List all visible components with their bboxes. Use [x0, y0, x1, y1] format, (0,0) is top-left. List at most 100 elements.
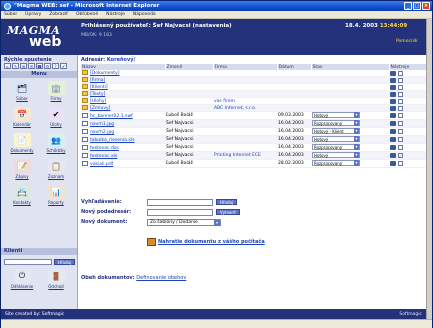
row-checkbox[interactable] [398, 161, 403, 166]
menu-file[interactable]: Súbor [4, 12, 17, 17]
directory-root-link[interactable]: Koreňový/ [107, 57, 135, 63]
maximize-button[interactable]: □ [413, 2, 421, 10]
menu-item[interactable]: 🗂 Súbor [5, 81, 39, 101]
table-row[interactable]: vokiali.pdf Ľuboš Baláž 28.02.2003 Rozpraco… [81, 159, 426, 168]
row-checkbox[interactable] [398, 84, 403, 90]
table-row[interactable]: [Klienti] [81, 83, 426, 91]
menu-item[interactable]: 👥 Schôdzky [39, 133, 73, 153]
row-checkbox[interactable] [398, 77, 403, 83]
row-checkbox[interactable] [398, 113, 403, 118]
item-name-link[interactable]: [firma] [90, 78, 105, 83]
search-button[interactable]: Hľadaj [216, 199, 238, 205]
table-row[interactable]: [firma] [81, 76, 426, 84]
menu-view[interactable]: Zobraziť [49, 12, 68, 17]
item-name-link[interactable]: [Dokumenty] [90, 71, 119, 76]
newdoc-select[interactable]: Zo šablóny / Dodanie [147, 218, 221, 226]
client-action[interactable]: 🚪 Odchod [39, 269, 73, 289]
state-select[interactable]: Hotový [312, 136, 360, 142]
upload-link[interactable]: Nahratie dokumentu z vášho počítača [158, 239, 265, 245]
menu-item[interactable]: 🏢 Firmy [39, 81, 73, 101]
table-row[interactable]: [Texty] [81, 90, 426, 98]
item-name-link[interactable]: [Texty] [90, 92, 105, 97]
row-checkbox[interactable] [398, 145, 403, 150]
menu-item[interactable]: 📅 Kalendár [5, 107, 39, 127]
properties-icon[interactable] [390, 129, 396, 134]
client-action[interactable]: ⏻ Odhlásenie [5, 269, 39, 289]
item-name-link[interactable]: [Zmluvy] [90, 106, 110, 111]
row-checkbox[interactable] [398, 91, 403, 97]
minimize-button[interactable]: _ [404, 2, 412, 10]
properties-icon[interactable] [390, 161, 396, 166]
properties-icon[interactable] [390, 137, 396, 142]
row-checkbox[interactable] [398, 129, 403, 134]
item-name-link[interactable]: textovac.xls [90, 154, 117, 159]
state-select[interactable]: Hotový [312, 112, 360, 118]
row-checkbox[interactable] [398, 105, 403, 111]
properties-icon[interactable] [390, 91, 396, 97]
properties-icon[interactable] [390, 121, 396, 126]
row-checkbox[interactable] [398, 137, 403, 142]
table-row[interactable]: hc_banner02-1.swf Ľuboš Baláž 09.03.2003 Ho… [81, 111, 426, 120]
menu-edit[interactable]: Úpravy [25, 12, 41, 17]
menu-item[interactable]: 📋 Zoznam [39, 159, 73, 179]
quick-mail-icon[interactable]: ✉ [28, 63, 35, 69]
table-row[interactable]: navrh2.jpg Šef Najvacsi 16.04.2003 Hotový -… [81, 127, 426, 136]
quick-help-icon[interactable]: ? [52, 63, 59, 69]
subdir-input[interactable] [147, 208, 213, 216]
item-name-link[interactable]: textovac.doc [90, 146, 119, 151]
menu-item[interactable]: 📇 Kontakty [5, 185, 39, 205]
item-name-link[interactable]: navrh1.jpg [90, 122, 114, 127]
table-row[interactable]: tabulka_riesenia.xls Šef Najvacsi 16.04.20… [81, 135, 426, 144]
row-checkbox[interactable]: ✓ [398, 153, 403, 158]
item-name-link[interactable]: tabulka_riesenia.xls [90, 138, 135, 143]
table-row[interactable]: [Ulohy] vas firem [81, 97, 426, 105]
properties-icon[interactable] [390, 113, 396, 118]
create-subdir-button[interactable]: Vytvoriť [216, 209, 240, 215]
quick-check-icon[interactable]: ✔ [60, 63, 67, 69]
state-select[interactable]: Hotový - Klient [312, 128, 360, 134]
scrollbar[interactable] [426, 19, 432, 319]
quick-phone-icon[interactable]: ☎ [36, 63, 43, 69]
table-row[interactable]: textovac.xls Šef Najvacsi Printing Interne… [81, 151, 426, 160]
properties-icon[interactable] [390, 98, 396, 104]
upload-icon[interactable] [147, 238, 156, 246]
state-select[interactable]: Rozpracovaný [312, 160, 360, 166]
helper-link[interactable]: Pomocník [396, 39, 418, 44]
table-row[interactable]: textovac.doc Šef Najvacsi 16.04.2003 Rozpra… [81, 143, 426, 152]
menu-help[interactable]: Nápoveda [133, 12, 156, 17]
state-select[interactable]: Rozpracovaný [312, 144, 360, 150]
state-select[interactable]: Hotový [312, 152, 360, 158]
clients-search-button[interactable]: Hľadaj [54, 259, 76, 265]
item-name-link[interactable]: hc_banner02-1.swf [90, 114, 133, 119]
row-checkbox[interactable] [398, 70, 403, 76]
properties-icon[interactable] [390, 84, 396, 90]
menu-item[interactable]: ✔ Úlohy [39, 107, 73, 127]
item-name-link[interactable]: [Klienti] [90, 85, 108, 90]
properties-icon[interactable] [390, 70, 396, 76]
close-button[interactable]: × [422, 2, 430, 10]
table-row[interactable]: navrh1.jpg Šef Najvacsi 16.04.2003 Rozpraco… [81, 119, 426, 128]
state-select[interactable]: Rozpracovaný [312, 120, 360, 126]
menu-favorites[interactable]: Obľúbené [76, 12, 98, 17]
properties-icon[interactable] [390, 153, 396, 158]
item-name-link[interactable]: navrh2.jpg [90, 130, 114, 135]
quick-home-icon[interactable]: ⌂ [4, 63, 11, 69]
quick-edit-icon[interactable]: ✎ [12, 63, 19, 69]
properties-icon[interactable] [390, 105, 396, 111]
clients-search-input[interactable] [4, 259, 52, 265]
search-input[interactable] [147, 198, 213, 206]
menu-tools[interactable]: Nástroje [106, 12, 125, 17]
menu-item[interactable]: 📝 Zápisy [5, 159, 39, 179]
menu-item[interactable]: 📄 Dokumenty [5, 133, 39, 153]
properties-icon[interactable] [390, 145, 396, 150]
workflow-link[interactable]: Definovanie obehov [136, 275, 186, 281]
item-name-link[interactable]: vokiali.pdf [90, 162, 113, 167]
row-checkbox[interactable] [398, 98, 403, 104]
item-name-link[interactable]: [Ulohy] [90, 99, 106, 104]
menu-item[interactable]: 📊 Reporty [39, 185, 73, 205]
row-checkbox[interactable] [398, 121, 403, 126]
quick-grid-icon[interactable]: ⊞ [20, 63, 27, 69]
table-row[interactable]: [Zmluvy] ABC Internet, s.r.o. [81, 104, 426, 112]
quick-settings-icon[interactable]: ⚙ [44, 63, 51, 69]
properties-icon[interactable] [390, 77, 396, 83]
